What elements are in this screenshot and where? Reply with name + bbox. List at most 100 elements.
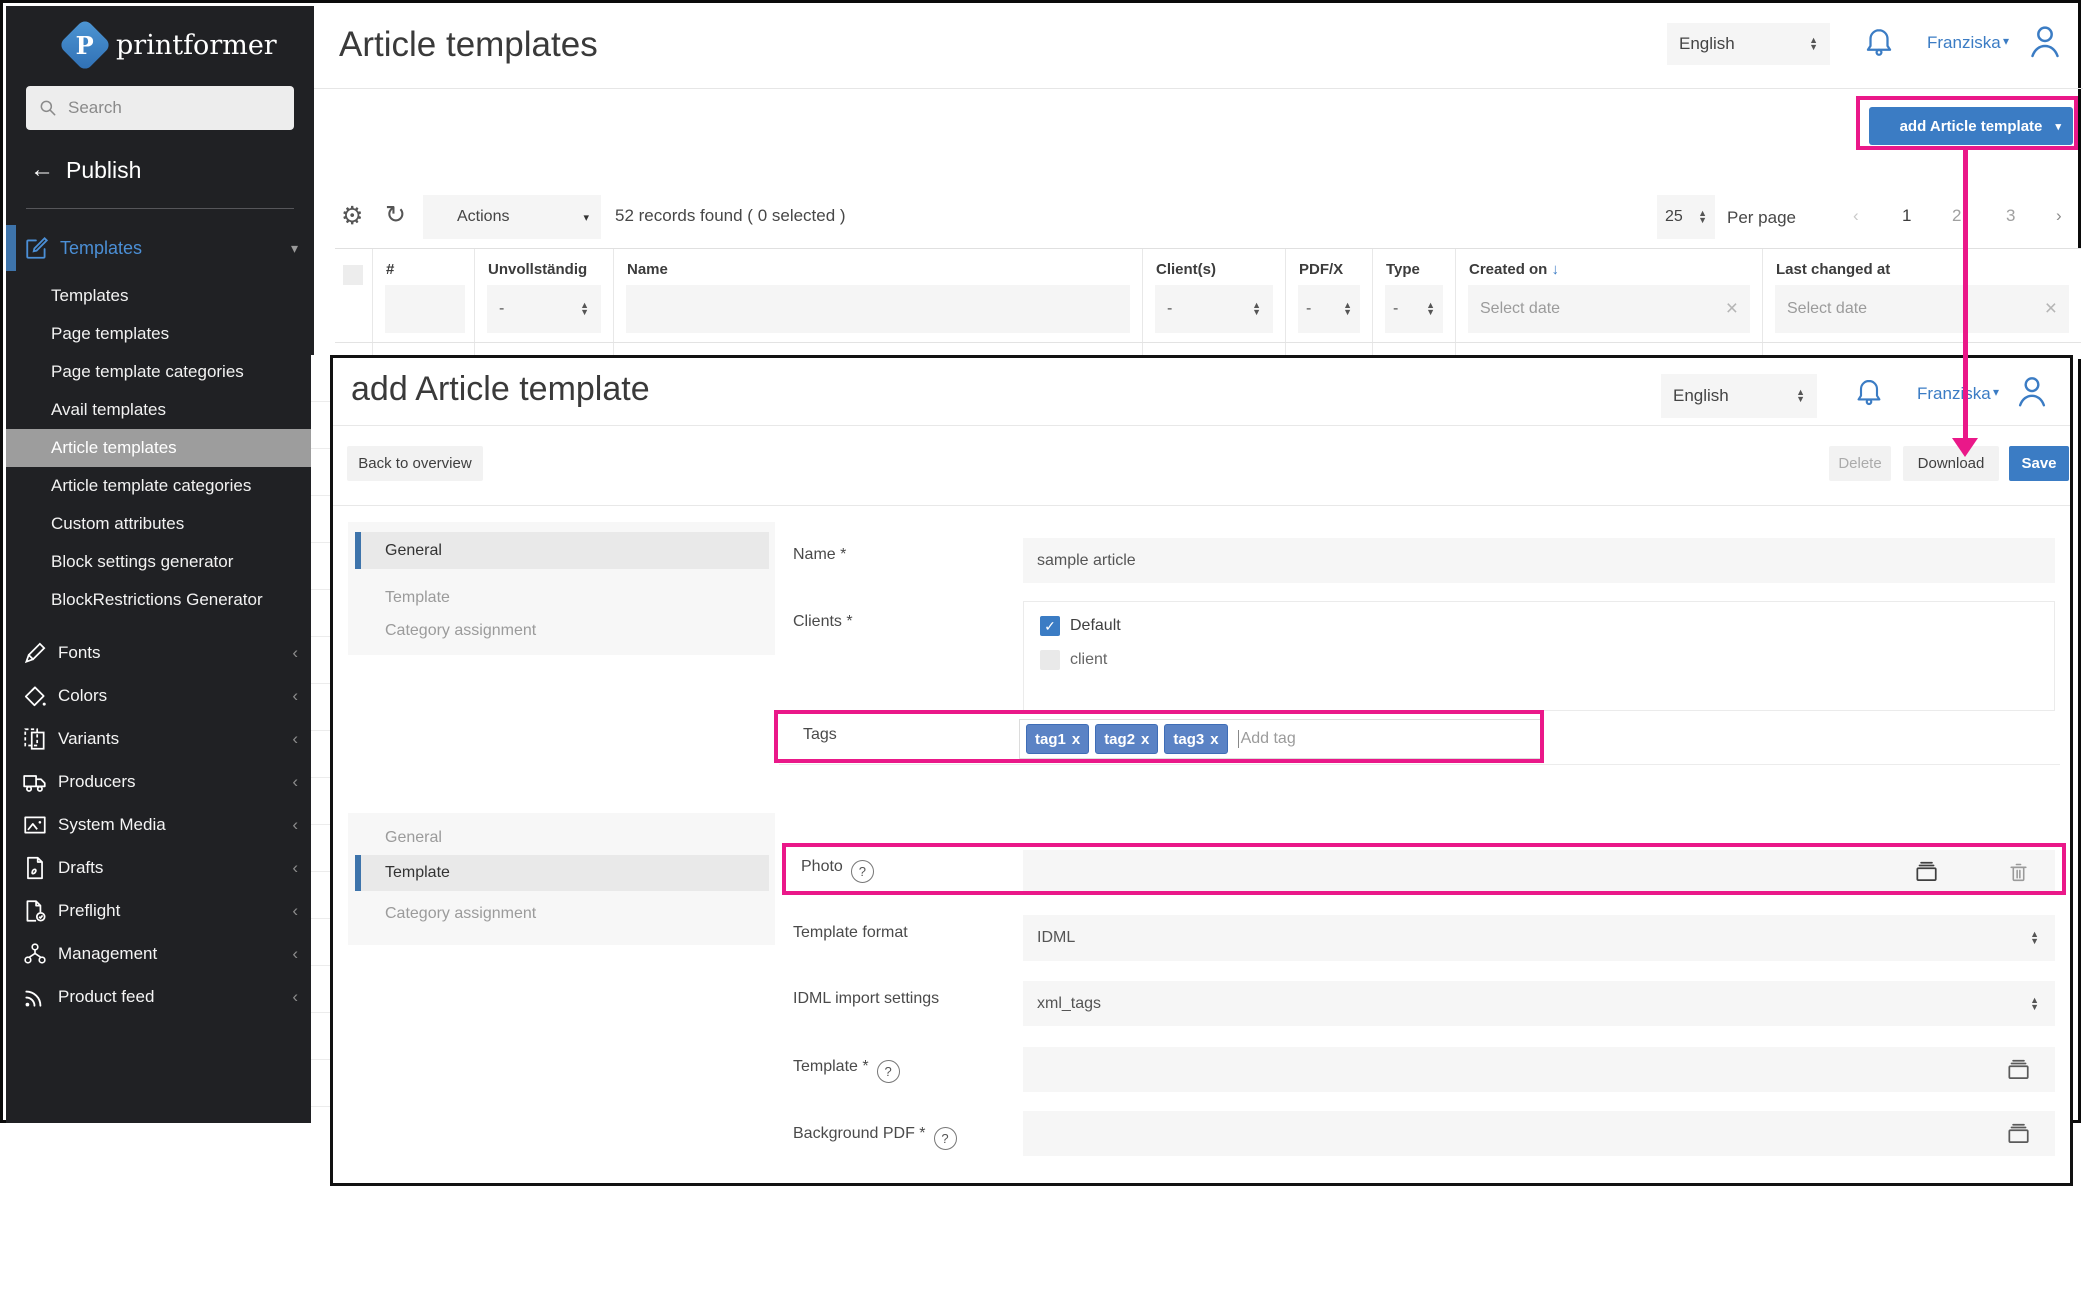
tab-template[interactable]: Template [385, 589, 450, 607]
refresh-icon[interactable]: ↻ [385, 200, 406, 230]
page-2[interactable]: 2 [1952, 206, 1961, 226]
help-icon[interactable]: ? [934, 1127, 957, 1150]
user-name[interactable]: Franziska [1927, 33, 2001, 53]
add-article-template-button[interactable]: add Article template ▾ [1869, 107, 2073, 145]
clear-date-icon[interactable]: × [2045, 297, 2057, 321]
remove-tag-icon[interactable]: x [1210, 731, 1218, 748]
sidebar-item-avail-templates[interactable]: Avail templates [6, 391, 314, 429]
page-1[interactable]: 1 [1902, 206, 1911, 226]
last-changed-date-filter[interactable]: Select date × [1775, 285, 2069, 333]
sidebar-item-management[interactable]: Management ‹ [6, 932, 314, 975]
template-format-select[interactable]: IDML ▲▼ [1023, 915, 2055, 961]
per-page-select[interactable]: 25 ▲▼ [1657, 195, 1715, 239]
remove-tag-icon[interactable]: x [1072, 731, 1080, 748]
unvollstaendig-filter-select[interactable]: - ▲▼ [487, 285, 601, 333]
sidebar-item-drafts[interactable]: Drafts ‹ [6, 846, 314, 889]
sidebar-item-system-media[interactable]: System Media ‹ [6, 803, 314, 846]
prev-page-chevron-icon[interactable]: ‹ [1853, 206, 1859, 226]
sidebar-item-fonts[interactable]: Fonts ‹ [6, 631, 314, 674]
tab-category-assignment[interactable]: Category assignment [385, 622, 536, 640]
idml-import-settings-select[interactable]: xml_tags ▲▼ [1023, 981, 2055, 1026]
notifications-bell-icon[interactable] [1862, 25, 1896, 61]
sidebar-item-variants[interactable]: Variants ‹ [6, 717, 314, 760]
tag-chip[interactable]: tag2x [1095, 724, 1158, 754]
sort-desc-arrow-icon[interactable]: ↓ [1552, 261, 1560, 278]
sidebar-item-article-template-categories[interactable]: Article template categories [6, 467, 314, 505]
tag-chip[interactable]: tag1x [1026, 724, 1089, 754]
background-pdf-label: Background PDF *? [793, 1125, 957, 1150]
tags-input[interactable]: tag1x tag2x tag3x Add tag [1019, 719, 1541, 759]
created-on-date-filter[interactable]: Select date × [1468, 285, 1750, 333]
dialog-divider [333, 505, 2070, 506]
save-button[interactable]: Save [2009, 446, 2069, 481]
page-3[interactable]: 3 [2006, 206, 2015, 226]
actions-dropdown[interactable]: Actions ▾ [423, 195, 601, 239]
tag-chip[interactable]: tag3x [1164, 724, 1227, 754]
browse-files-icon[interactable] [1913, 859, 1939, 885]
feed-icon [22, 984, 48, 1010]
user-avatar-icon[interactable] [2025, 19, 2065, 63]
user-caret-icon[interactable]: ▾ [2003, 34, 2009, 48]
gear-icon[interactable]: ⚙ [341, 201, 363, 231]
sidebar-item-colors[interactable]: Colors ‹ [6, 674, 314, 717]
name-filter-input[interactable] [626, 285, 1130, 333]
client-option-client[interactable]: client [1040, 650, 2038, 670]
select-all-checkbox[interactable] [343, 265, 363, 285]
created-on-label[interactable]: Created on [1469, 261, 1547, 278]
language-select[interactable]: English ▲▼ [1667, 23, 1830, 65]
org-icon [22, 941, 48, 967]
remove-tag-icon[interactable]: x [1141, 731, 1149, 748]
search-input[interactable]: Search [26, 86, 294, 130]
checkbox-unchecked-icon[interactable] [1040, 650, 1060, 670]
sidebar-item-templates[interactable]: Templates [6, 277, 314, 315]
user-name[interactable]: Franziska [1917, 384, 1991, 404]
dialog-language-select[interactable]: English ▲▼ [1661, 374, 1817, 418]
tab-template-active[interactable]: Template [355, 855, 769, 891]
tab-general-active[interactable]: General [355, 532, 769, 569]
tab-general[interactable]: General [385, 829, 442, 847]
pdfx-filter-select[interactable]: - ▲▼ [1298, 285, 1360, 333]
browse-files-icon[interactable] [2005, 1057, 2031, 1083]
select-arrows-icon: ▲▼ [2030, 997, 2039, 1011]
clear-date-icon[interactable]: × [1726, 297, 1738, 321]
sidebar-item-page-template-categories[interactable]: Page template categories [6, 353, 314, 391]
page-title: Article templates [339, 25, 598, 65]
help-icon[interactable]: ? [877, 1060, 900, 1083]
sidebar-item-custom-attributes[interactable]: Custom attributes [6, 505, 314, 543]
select-arrows-icon: ▲▼ [1698, 210, 1707, 224]
underlying-rows-strip [311, 355, 330, 1123]
arrow-left-icon: ← [30, 156, 54, 184]
template-file-field[interactable] [1023, 1047, 2055, 1092]
background-pdf-field[interactable] [1023, 1111, 2055, 1156]
next-page-chevron-icon[interactable]: › [2056, 206, 2062, 226]
notifications-bell-icon[interactable] [1853, 376, 1885, 410]
trash-icon[interactable] [2006, 859, 2031, 884]
chevron-left-icon: ‹ [292, 815, 298, 835]
user-caret-icon[interactable]: ▾ [1993, 385, 1999, 399]
browse-files-icon[interactable] [2005, 1121, 2031, 1147]
tab-category-assignment[interactable]: Category assignment [385, 905, 536, 923]
help-icon[interactable]: ? [851, 860, 874, 883]
type-filter-select[interactable]: - ▲▼ [1385, 285, 1443, 333]
checkbox-checked-icon[interactable]: ✓ [1040, 616, 1060, 636]
back-to-publish-link[interactable]: ← Publish [30, 156, 314, 184]
sidebar-item-page-templates[interactable]: Page templates [6, 315, 314, 353]
sidebar-item-article-templates[interactable]: Article templates [6, 429, 314, 467]
photo-field[interactable] [1023, 850, 2055, 893]
sidebar-item-preflight[interactable]: Preflight ‹ [6, 889, 314, 932]
sidebar-item-blockrestrictions-generator[interactable]: BlockRestrictions Generator [6, 581, 314, 619]
delete-button[interactable]: Delete [1829, 446, 1891, 481]
name-label: Name * [793, 546, 846, 564]
sidebar-item-block-settings-generator[interactable]: Block settings generator [6, 543, 314, 581]
back-to-overview-button[interactable]: Back to overview [347, 446, 483, 481]
sidebar-section-templates[interactable]: Templates ▾ [6, 225, 314, 271]
clients-filter-select[interactable]: - ▲▼ [1155, 285, 1273, 333]
header-divider [314, 88, 2083, 89]
id-filter-input[interactable] [385, 285, 465, 333]
client-option-default[interactable]: ✓ Default [1040, 616, 2038, 636]
sidebar-item-product-feed[interactable]: Product feed ‹ [6, 975, 314, 1018]
user-avatar-icon[interactable] [2013, 370, 2051, 412]
download-button[interactable]: Download [1903, 446, 1999, 481]
name-input[interactable]: sample article [1023, 538, 2055, 583]
sidebar-item-producers[interactable]: Producers ‹ [6, 760, 314, 803]
